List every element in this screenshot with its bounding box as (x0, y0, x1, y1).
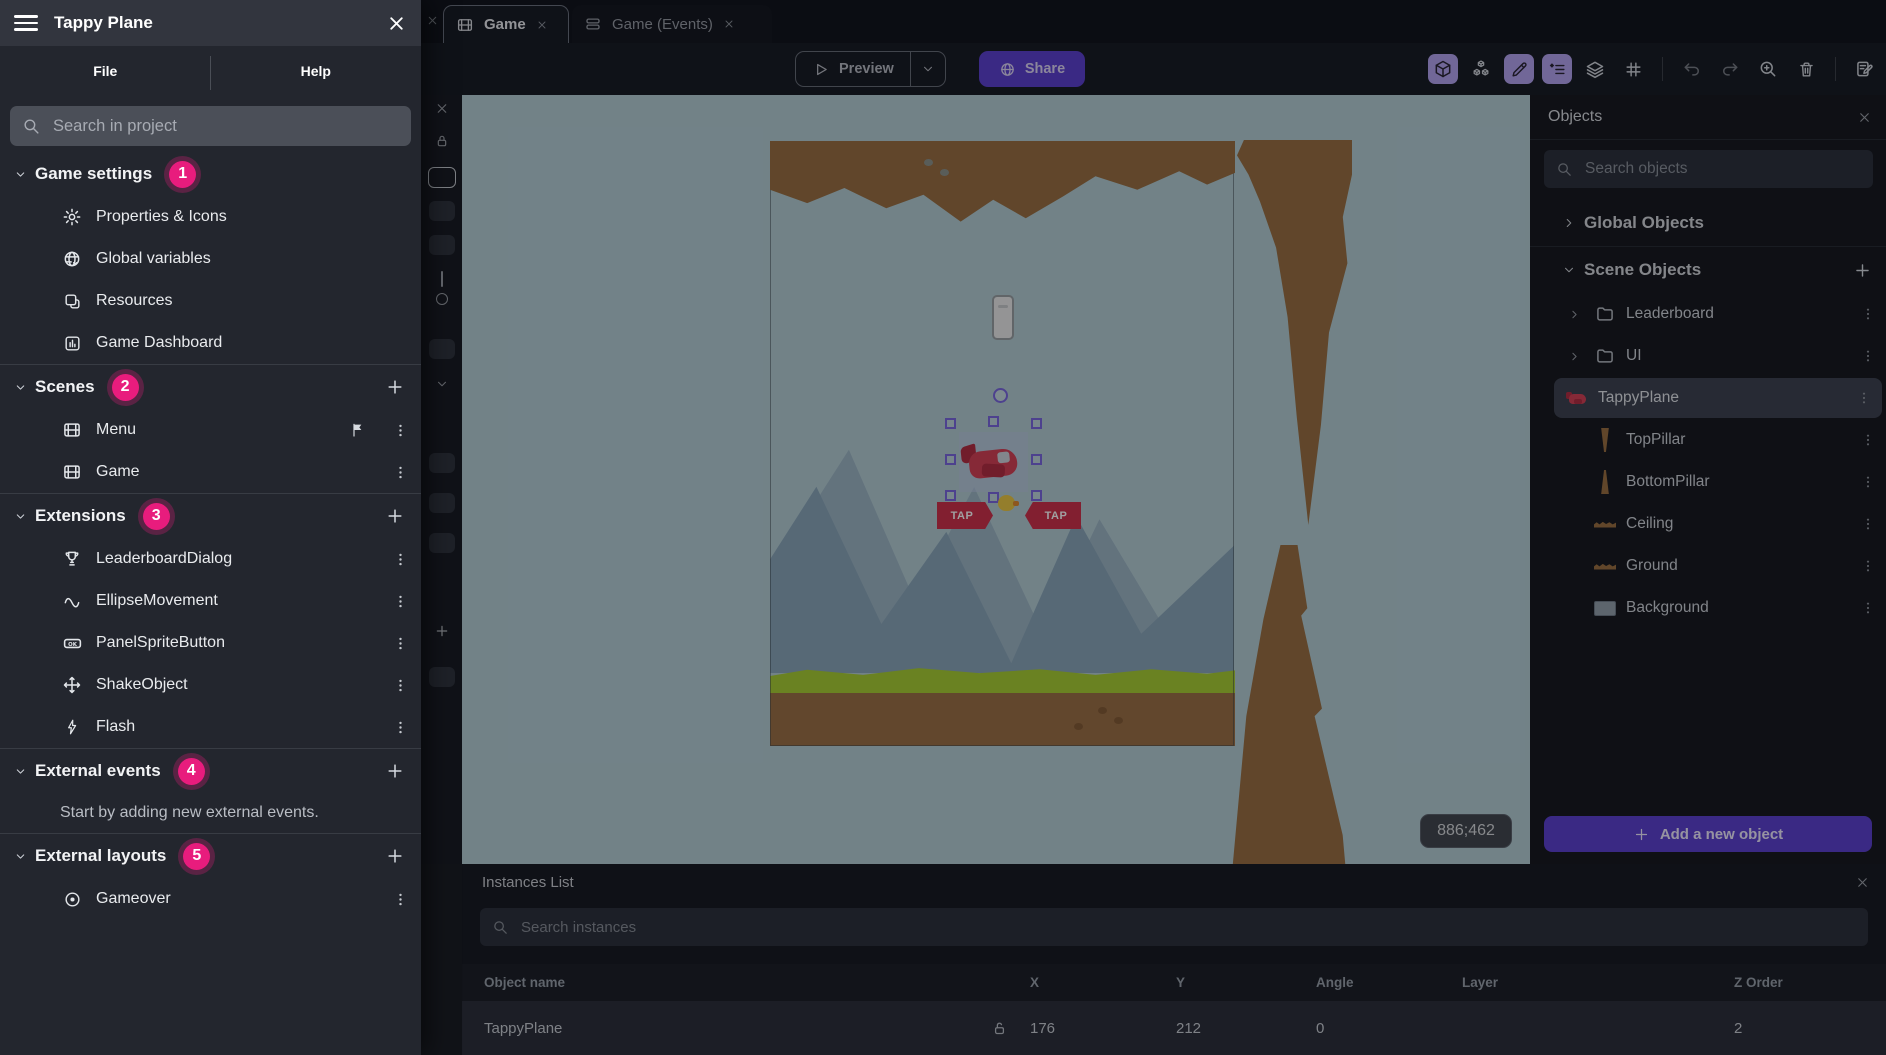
step-badge-3: 3 (143, 503, 170, 530)
add-external-layout-button[interactable] (385, 846, 405, 866)
project-title: Tappy Plane (54, 13, 370, 33)
item-label: Gameover (96, 890, 171, 908)
item-resources[interactable]: Resources (0, 280, 421, 322)
section-external-events[interactable]: External events 4 (0, 749, 421, 793)
step-badge-5: 5 (183, 843, 210, 870)
add-extension-button[interactable] (385, 506, 405, 526)
project-search-input[interactable] (51, 116, 399, 137)
section-label: Extensions (35, 506, 126, 526)
item-layout-gameover[interactable]: Gameover (0, 878, 421, 920)
section-label: External layouts (35, 846, 166, 866)
scene-icon (60, 462, 84, 482)
project-manager-drawer: Tappy Plane File Help Game settings 1 Pr… (0, 0, 421, 1055)
add-scene-button[interactable] (385, 377, 405, 397)
section-game-settings[interactable]: Game settings 1 (0, 152, 421, 196)
step-badge-1: 1 (169, 161, 196, 188)
project-search[interactable] (10, 106, 411, 146)
gdevelop-app: Game Game (Events) Preview (0, 0, 1886, 1055)
globe-icon (60, 249, 84, 269)
item-label: ShakeObject (96, 676, 188, 694)
item-label: Properties & Icons (96, 208, 227, 226)
dots-menu-icon[interactable] (392, 422, 409, 439)
item-label: Game (96, 463, 140, 481)
menu-help[interactable]: Help (211, 46, 422, 95)
layout-target-icon (60, 890, 84, 909)
item-global-variables[interactable]: Global variables (0, 238, 421, 280)
dots-menu-icon[interactable] (392, 464, 409, 481)
item-extension-shakeobject[interactable]: ShakeObject (0, 664, 421, 706)
item-scene-menu[interactable]: Menu (0, 409, 421, 451)
sine-wave-icon (60, 591, 84, 611)
item-scene-game[interactable]: Game (0, 451, 421, 493)
item-extension-ellipsemovement[interactable]: EllipseMovement (0, 580, 421, 622)
item-label: Flash (96, 718, 135, 736)
dashboard-icon (60, 334, 84, 353)
drawer-close-icon[interactable] (386, 13, 407, 34)
section-external-layouts[interactable]: External layouts 5 (0, 834, 421, 878)
chevron-down-icon (14, 168, 27, 181)
chevron-down-icon (14, 510, 27, 523)
menu-file[interactable]: File (0, 46, 211, 95)
section-label: External events (35, 761, 161, 781)
dots-menu-icon[interactable] (392, 551, 409, 568)
dots-menu-icon[interactable] (392, 635, 409, 652)
item-properties-icons[interactable]: Properties & Icons (0, 196, 421, 238)
menu-divider (210, 56, 211, 90)
start-scene-flag-icon (350, 422, 366, 438)
dots-menu-icon[interactable] (392, 677, 409, 694)
item-label: PanelSpriteButton (96, 634, 225, 652)
add-external-event-button[interactable] (385, 761, 405, 781)
drawer-title-bar: Tappy Plane (0, 0, 421, 46)
trophy-icon (60, 549, 84, 569)
ok-button-icon: OK (60, 633, 84, 654)
step-badge-4: 4 (178, 758, 205, 785)
move-arrows-icon (60, 675, 84, 695)
item-extension-leaderboarddialog[interactable]: LeaderboardDialog (0, 538, 421, 580)
item-extension-panelspritebutton[interactable]: OK PanelSpriteButton (0, 622, 421, 664)
section-label: Game settings (35, 164, 152, 184)
chevron-down-icon (14, 765, 27, 778)
dots-menu-icon[interactable] (392, 891, 409, 908)
item-game-dashboard[interactable]: Game Dashboard (0, 322, 421, 364)
scene-icon (60, 420, 84, 440)
external-events-empty-message: Start by adding new external events. (0, 793, 421, 833)
item-label: EllipseMovement (96, 592, 218, 610)
flash-icon (60, 718, 84, 736)
dots-menu-icon[interactable] (392, 593, 409, 610)
search-icon (22, 117, 41, 136)
project-tree: Game settings 1 Properties & Icons Globa… (0, 152, 421, 1055)
dots-menu-icon[interactable] (392, 719, 409, 736)
item-label: Game Dashboard (96, 334, 222, 352)
item-label: Menu (96, 421, 136, 439)
step-badge-2: 2 (112, 374, 139, 401)
hamburger-menu-icon[interactable] (14, 15, 38, 31)
item-extension-flash[interactable]: Flash (0, 706, 421, 748)
item-label: LeaderboardDialog (96, 550, 232, 568)
chevron-down-icon (14, 381, 27, 394)
gear-icon (60, 207, 84, 227)
svg-text:OK: OK (68, 641, 78, 647)
item-label: Resources (96, 292, 172, 310)
section-extensions[interactable]: Extensions 3 (0, 494, 421, 538)
section-label: Scenes (35, 377, 95, 397)
resources-icon (60, 292, 84, 311)
chevron-down-icon (14, 850, 27, 863)
section-scenes[interactable]: Scenes 2 (0, 365, 421, 409)
item-label: Global variables (96, 250, 211, 268)
